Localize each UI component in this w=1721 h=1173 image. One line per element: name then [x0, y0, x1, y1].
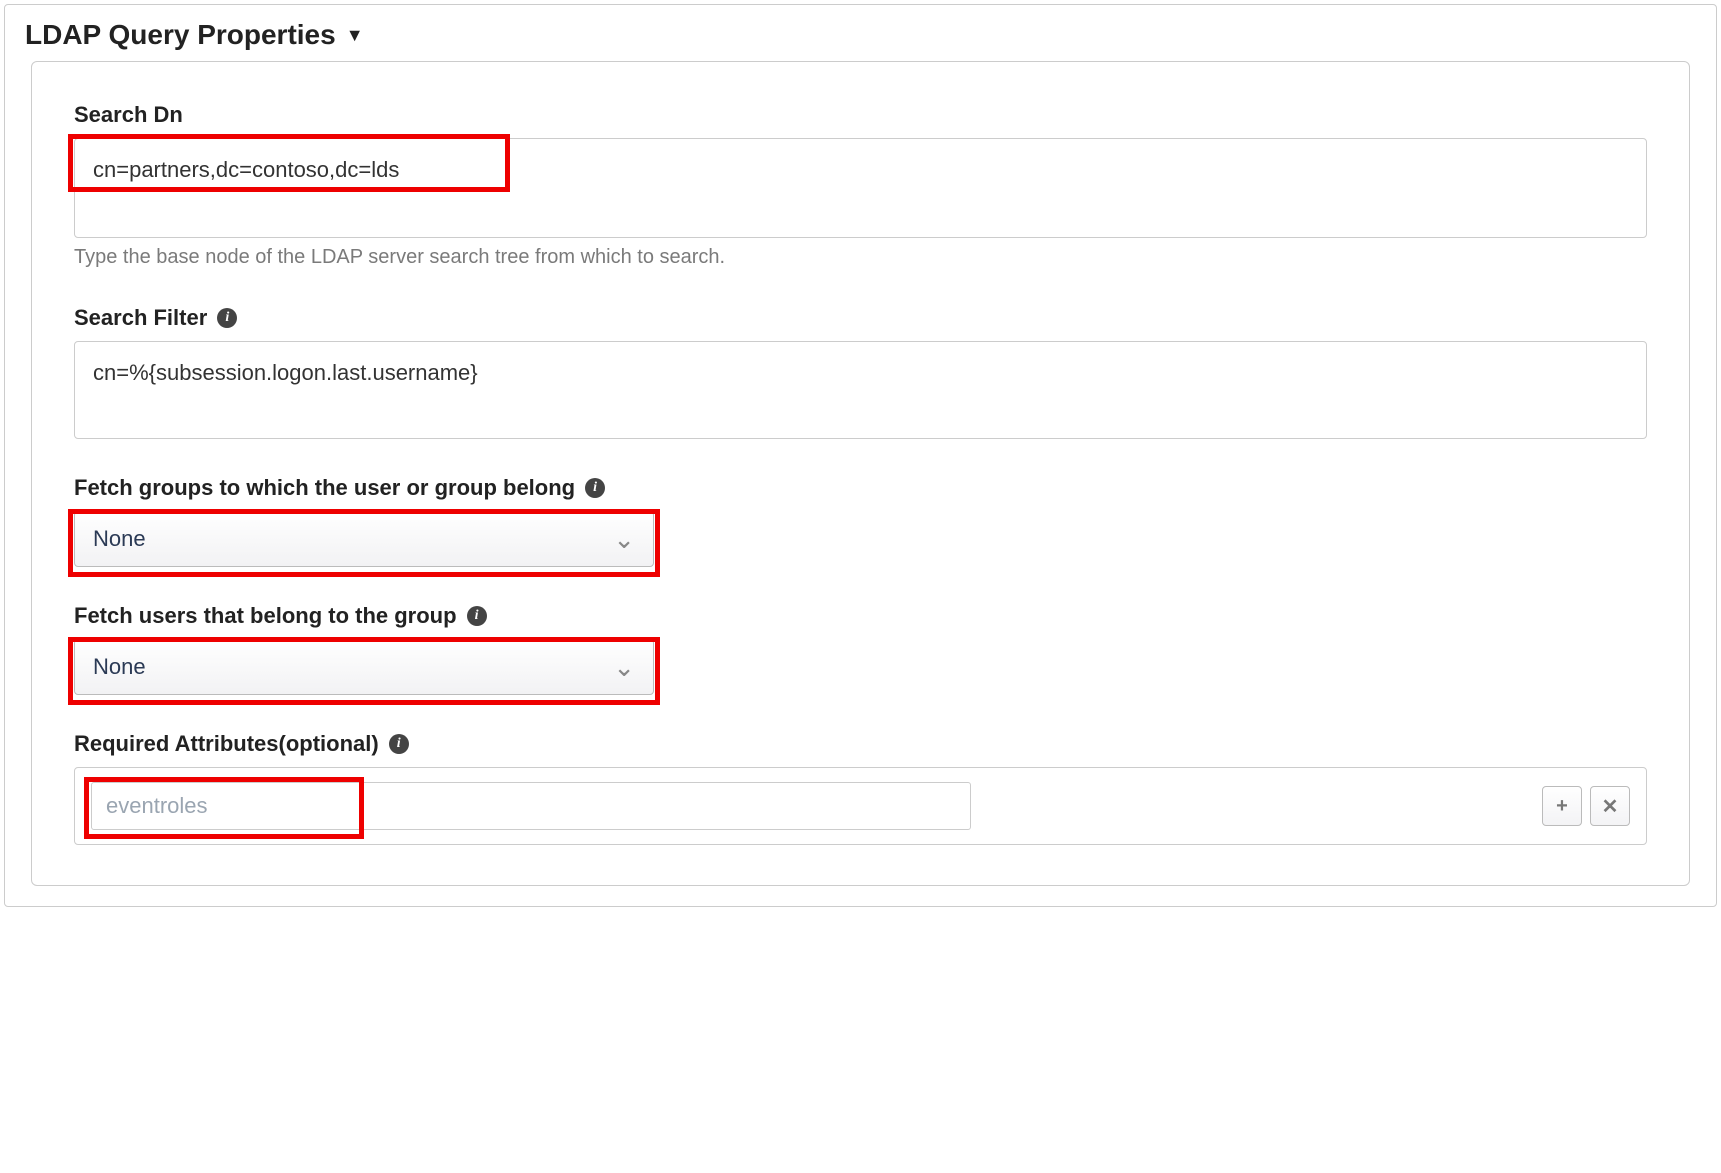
add-attribute-button[interactable]: +: [1542, 786, 1582, 826]
fetch-users-value: None: [93, 654, 146, 680]
search-dn-help: Type the base node of the LDAP server se…: [74, 246, 1647, 269]
search-filter-label: Search Filter: [74, 305, 207, 331]
panel-header[interactable]: LDAP Query Properties ▼: [5, 5, 1716, 61]
ldap-query-properties-panel: LDAP Query Properties ▼ Search Dn Type t…: [4, 4, 1717, 907]
chevron-down-icon: ⌄: [613, 524, 635, 555]
info-icon[interactable]: i: [585, 478, 605, 498]
search-dn-input[interactable]: [74, 138, 1647, 238]
required-attributes-field: Required Attributes(optional) i + ✕: [74, 731, 1647, 845]
panel-body: Search Dn Type the base node of the LDAP…: [31, 61, 1690, 886]
fetch-users-field: Fetch users that belong to the group i N…: [74, 603, 1647, 695]
fetch-groups-value: None: [93, 526, 146, 552]
required-attribute-input[interactable]: [91, 782, 971, 830]
fetch-users-label: Fetch users that belong to the group: [74, 603, 457, 629]
search-dn-field: Search Dn Type the base node of the LDAP…: [74, 102, 1647, 269]
chevron-down-icon: ⌄: [613, 652, 635, 683]
remove-attribute-button[interactable]: ✕: [1590, 786, 1630, 826]
info-icon[interactable]: i: [467, 606, 487, 626]
required-attributes-label-row: Required Attributes(optional) i: [74, 731, 1647, 757]
fetch-groups-field: Fetch groups to which the user or group …: [74, 475, 1647, 567]
fetch-groups-label-row: Fetch groups to which the user or group …: [74, 475, 1647, 501]
required-attributes-label: Required Attributes(optional): [74, 731, 379, 757]
required-attribute-buttons: + ✕: [1542, 786, 1630, 826]
required-attributes-row: + ✕: [74, 767, 1647, 845]
panel-title: LDAP Query Properties: [25, 19, 336, 51]
plus-icon: +: [1556, 795, 1568, 818]
fetch-groups-select[interactable]: None ⌄: [74, 511, 654, 567]
fetch-users-label-row: Fetch users that belong to the group i: [74, 603, 1647, 629]
caret-down-icon: ▼: [346, 25, 364, 46]
info-icon[interactable]: i: [389, 734, 409, 754]
search-dn-label: Search Dn: [74, 102, 1647, 128]
search-filter-field: Search Filter i: [74, 305, 1647, 439]
fetch-groups-label: Fetch groups to which the user or group …: [74, 475, 575, 501]
close-icon: ✕: [1602, 794, 1619, 819]
search-filter-label-row: Search Filter i: [74, 305, 1647, 331]
info-icon[interactable]: i: [217, 308, 237, 328]
fetch-users-select[interactable]: None ⌄: [74, 639, 654, 695]
search-filter-input[interactable]: [74, 341, 1647, 439]
